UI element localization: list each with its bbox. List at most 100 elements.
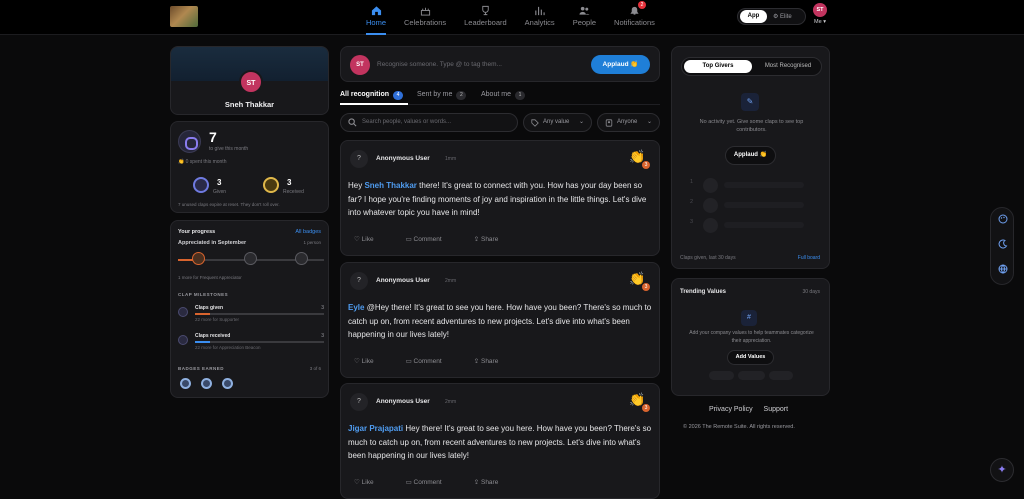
- mode-app-option[interactable]: App: [740, 10, 767, 23]
- progress-more-note: 1 more for Frequent Appreciator: [178, 275, 242, 280]
- palette-icon[interactable]: [998, 214, 1008, 224]
- nav-analytics[interactable]: Analytics: [525, 0, 555, 35]
- trending-empty-text: Add your company values to help teammate…: [689, 330, 814, 344]
- tag-icon: [531, 119, 539, 127]
- tab-top-givers[interactable]: Top Givers: [684, 60, 752, 73]
- post-actions: ♡ Like ▭ Comment ⇪ Share: [354, 357, 530, 365]
- post-mention[interactable]: Sneh Thakkar: [364, 181, 416, 190]
- post-time: 2mm: [445, 399, 457, 405]
- avatar-placeholder: [703, 198, 718, 213]
- post-time: 1mm: [445, 156, 457, 162]
- milestone-count: 3: [321, 333, 324, 339]
- received-icon: [263, 177, 279, 193]
- claps-remaining-label: to give this month: [209, 146, 249, 152]
- tab-sent-by-me[interactable]: Sent by me 2: [417, 91, 467, 100]
- post-mention[interactable]: Jigar Prajapati: [348, 424, 403, 433]
- milestone-node-3: [295, 252, 308, 265]
- milestone-count: 3: [321, 305, 324, 311]
- tab-count: 1: [514, 91, 525, 100]
- top-bar: Home Celebrations Leaderboard Analytics …: [0, 0, 1024, 35]
- share-button[interactable]: ⇪ Share: [474, 478, 515, 486]
- company-logo[interactable]: [170, 6, 198, 27]
- home-icon: [371, 6, 381, 16]
- add-values-button[interactable]: Add Values: [727, 350, 774, 365]
- badge-icon[interactable]: [201, 378, 212, 389]
- footer-links: Privacy Policy Support: [709, 406, 797, 413]
- nav-home[interactable]: Home: [366, 0, 387, 35]
- like-button[interactable]: ♡ Like: [354, 357, 390, 365]
- feed-tabs: All recognition 4 Sent by me 2 About me 1: [340, 89, 660, 105]
- mode-toggle[interactable]: App ⚙ Elite: [737, 8, 806, 25]
- clap-button[interactable]: 👏 3: [629, 149, 650, 169]
- nav-home-label: Home: [366, 18, 387, 27]
- share-button[interactable]: ⇪ Share: [474, 235, 515, 243]
- all-badges-link[interactable]: All badges: [295, 229, 321, 235]
- globe-icon[interactable]: [998, 264, 1008, 274]
- leaderboard-toggle: Top Givers Most Recognised: [681, 57, 822, 76]
- milestone-node-1: [192, 252, 205, 265]
- nav-celebrations-label: Celebrations: [404, 18, 447, 27]
- compose-input[interactable]: Recognise someone. Type @ to tag them...: [377, 61, 502, 68]
- milestone-bar: [195, 341, 324, 343]
- sparkle-assistant-button[interactable]: ✦: [990, 458, 1014, 482]
- bar-chart-icon: [535, 6, 545, 16]
- person-filter-select[interactable]: Anyone ⌄: [597, 113, 660, 132]
- post-mention[interactable]: Eyle: [348, 303, 364, 312]
- comment-button[interactable]: ▭ Comment: [406, 478, 458, 486]
- like-button[interactable]: ♡ Like: [354, 478, 390, 486]
- claps-given-label: Given: [213, 189, 227, 195]
- full-board-link[interactable]: Full board: [798, 255, 820, 261]
- tab-about-me[interactable]: About me 1: [481, 91, 525, 100]
- progress-title: Your progress: [178, 229, 216, 235]
- tab-most-recognised[interactable]: Most Recognised: [756, 60, 820, 73]
- share-button[interactable]: ⇪ Share: [474, 357, 515, 365]
- badge-icon[interactable]: [180, 378, 191, 389]
- value-filter-select[interactable]: Any value ⌄: [523, 113, 592, 132]
- milestone-bar: [195, 313, 324, 315]
- claps-remaining: 7: [209, 129, 217, 145]
- avatar-placeholder: [703, 178, 718, 193]
- comment-button[interactable]: ▭ Comment: [406, 235, 458, 243]
- nav-notifications[interactable]: Notifications 2: [614, 0, 655, 35]
- claps-expiry-note: 7 unused claps expire at reset. They don…: [178, 202, 280, 207]
- mode-elite-label: Elite: [780, 14, 792, 20]
- badges-earned-heading: BADGES EARNED: [178, 366, 225, 371]
- like-label: Like: [361, 479, 374, 486]
- profile-avatar[interactable]: ST: [239, 70, 263, 94]
- name-placeholder: [724, 222, 804, 228]
- person-filter-label: Anyone: [617, 119, 638, 125]
- support-link[interactable]: Support: [764, 406, 789, 413]
- user-menu[interactable]: ST Me ▾: [813, 3, 827, 25]
- nav-people[interactable]: People: [573, 0, 596, 35]
- notification-count-badge: 2: [638, 1, 647, 9]
- mode-elite-option[interactable]: ⚙ Elite: [773, 13, 792, 20]
- clap-button[interactable]: 👏 3: [629, 271, 650, 291]
- moon-icon[interactable]: [998, 239, 1008, 249]
- search-input[interactable]: Search people, values or words...: [340, 113, 518, 132]
- main-nav: Home Celebrations Leaderboard Analytics …: [366, 0, 673, 35]
- trending-values-title: Trending Values: [680, 289, 727, 295]
- clap-milestones-heading: CLAP MILESTONES: [178, 292, 229, 297]
- tab-all-recognition[interactable]: All recognition 4: [340, 91, 403, 100]
- privacy-policy-link[interactable]: Privacy Policy: [709, 406, 753, 413]
- badge-icon[interactable]: [222, 378, 233, 389]
- search-icon: [348, 118, 357, 127]
- tab-label: All recognition: [340, 91, 389, 98]
- claps-card: 7 to give this month 👏 0 spent this mont…: [170, 121, 329, 213]
- search-placeholder: Search people, values or words...: [362, 119, 452, 125]
- clap-wallet-icon: [178, 130, 201, 153]
- applaud-button[interactable]: Applaud 👏: [591, 55, 650, 74]
- nav-celebrations[interactable]: Celebrations: [404, 0, 446, 35]
- clap-count: 3: [642, 404, 650, 412]
- leaderboard-placeholder-row: 2: [690, 198, 810, 213]
- like-button[interactable]: ♡ Like: [354, 235, 390, 243]
- leaderboard-applaud-button[interactable]: Applaud 👏: [725, 146, 776, 165]
- nav-leaderboard[interactable]: Leaderboard: [464, 0, 507, 35]
- claps-spent-text: 0 spent this month: [185, 159, 227, 165]
- comment-button[interactable]: ▭ Comment: [406, 357, 458, 365]
- clap-button[interactable]: 👏 3: [629, 392, 650, 412]
- milestone-note: 22 more for Supporter: [195, 317, 240, 322]
- share-label: Share: [480, 358, 499, 365]
- milestone-given-icon: [178, 307, 188, 317]
- cake-icon: [420, 7, 430, 16]
